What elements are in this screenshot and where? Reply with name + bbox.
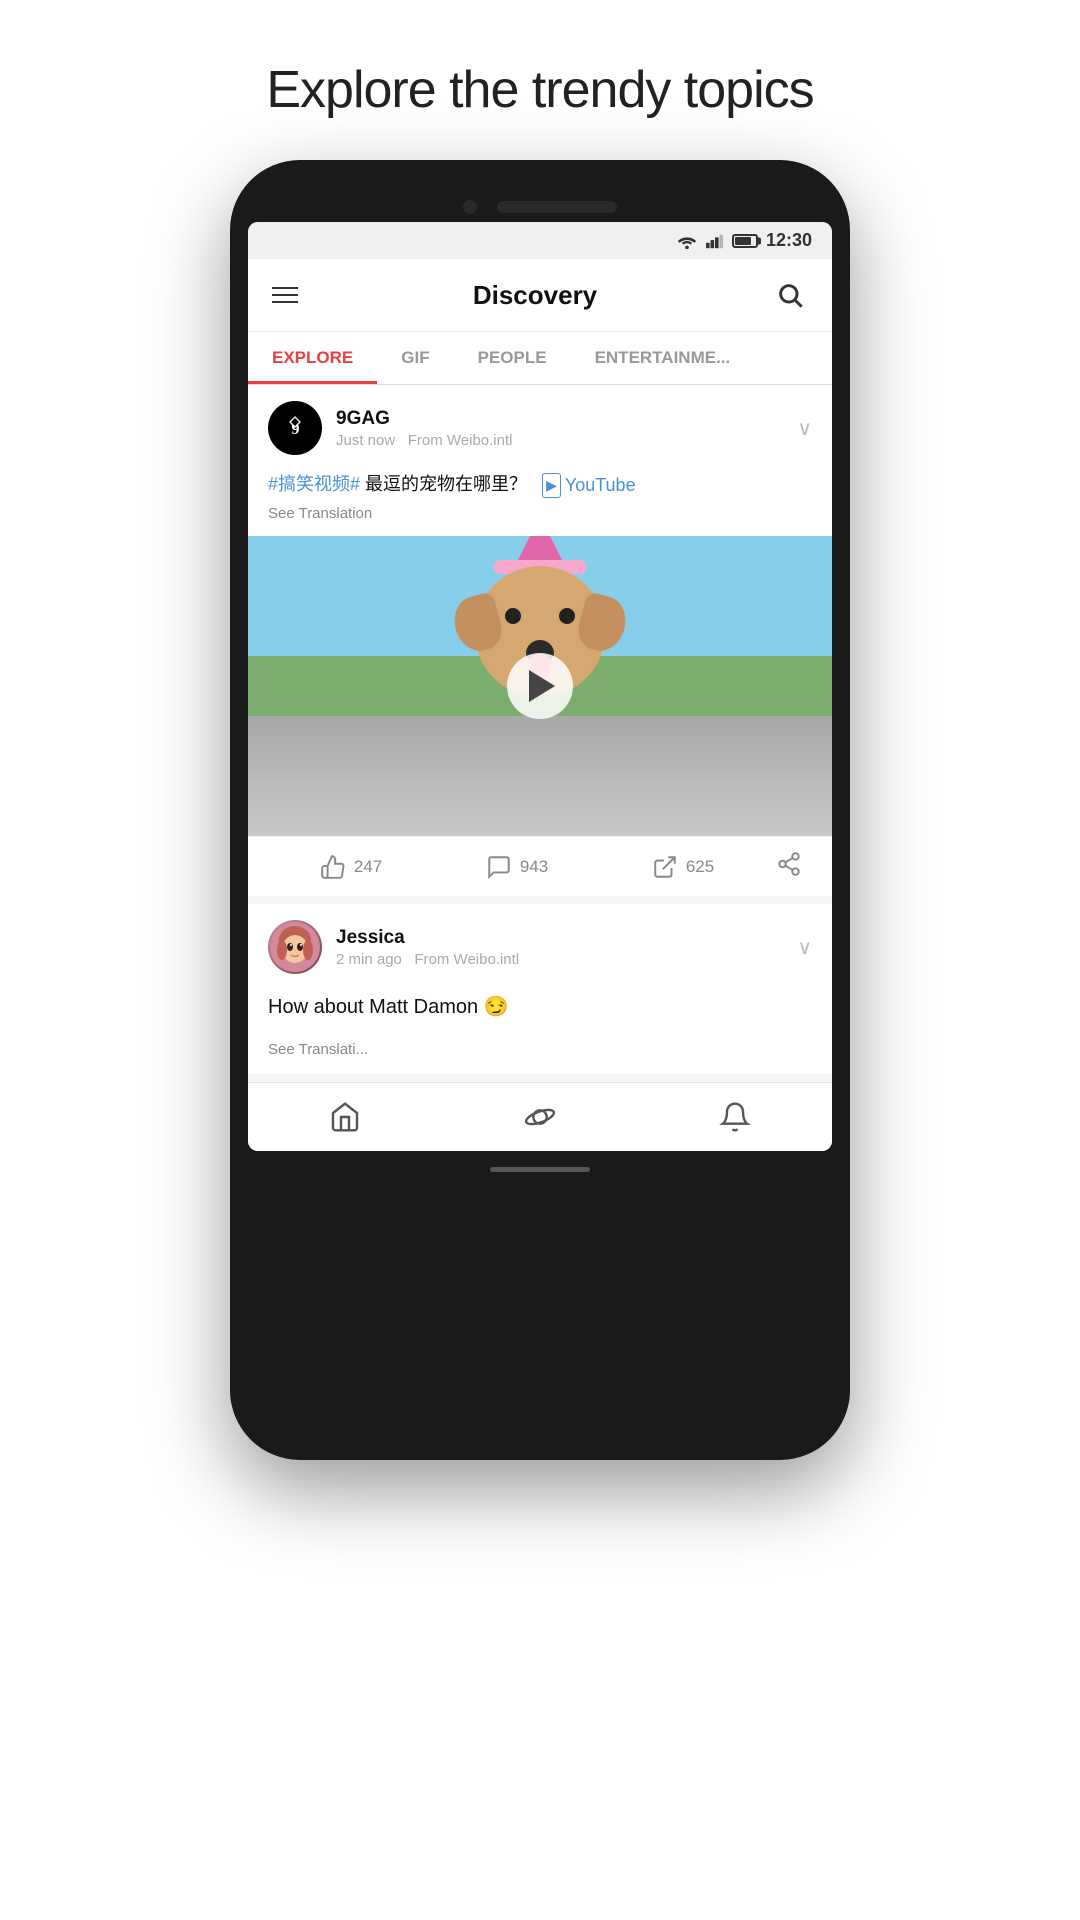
post-2-meta: 2 min ago From Weibo.intl (336, 951, 519, 968)
post-1-source: From Weibo.intl (408, 432, 513, 449)
post-1-username: 9GAG (336, 408, 512, 430)
app-title: Discovery (473, 280, 597, 311)
post-2-see-translation[interactable]: See Translati... (248, 1041, 832, 1074)
post-2-source: From Weibo.intl (414, 951, 519, 968)
post-1-header: 9 9GAG Just now (248, 385, 832, 467)
tab-gif[interactable]: GIF (377, 332, 453, 384)
post-card-jessica: Jessica 2 min ago From Weibo.intl ∨ H (248, 904, 832, 1074)
post-1-time: Just now (336, 432, 395, 449)
post-2-header: Jessica 2 min ago From Weibo.intl ∨ (248, 904, 832, 986)
post-1-hashtag[interactable]: #搞笑视频# (268, 474, 360, 494)
post-2-username: Jessica (336, 927, 519, 949)
phone-screen: 12:30 Discovery (248, 222, 832, 1151)
tabs-bar: EXPLORE GIF PEOPLE ENTERTAINME... (248, 332, 832, 385)
status-bar: 12:30 (248, 222, 832, 259)
avatar-9gag: 9 (268, 401, 322, 455)
home-icon (329, 1101, 361, 1133)
post-card-9gag: 9 9GAG Just now (248, 385, 832, 896)
like-count: 247 (354, 857, 382, 877)
bell-icon (719, 1101, 751, 1133)
tab-explore[interactable]: EXPLORE (248, 332, 377, 384)
play-button[interactable] (507, 653, 573, 719)
post-1-youtube[interactable]: YouTube (542, 472, 636, 499)
dog-ear-right (574, 591, 632, 656)
wifi-icon (676, 233, 698, 249)
9gag-logo: 9 (275, 408, 315, 448)
post-1-user-info: 9GAG Just now From Weibo.intl (336, 408, 512, 449)
page-header: Explore the trendy topics (230, 0, 850, 160)
phone-speaker (497, 201, 617, 213)
post-1-video[interactable] (248, 536, 832, 836)
nav-home[interactable] (248, 1095, 443, 1139)
battery-fill (735, 237, 751, 245)
hamburger-line-1 (272, 287, 298, 289)
nav-discover[interactable] (443, 1095, 638, 1139)
hamburger-line-2 (272, 294, 298, 296)
bottom-nav (248, 1082, 832, 1151)
phone-frame: 12:30 Discovery (230, 160, 850, 1460)
signal-icon (706, 233, 724, 249)
post-1-actions: 247 943 (248, 836, 832, 896)
page-title: Explore the trendy topics (250, 60, 830, 120)
post-1-text: #搞笑视频# 最逗的宠物在哪里？ YouTube (268, 471, 812, 499)
post-2-header-left: Jessica 2 min ago From Weibo.intl (268, 920, 519, 974)
comment-count: 943 (520, 857, 548, 877)
repost-count: 625 (686, 857, 714, 877)
share-button[interactable] (766, 851, 812, 882)
status-icons: 12:30 (676, 230, 812, 251)
status-time: 12:30 (766, 230, 812, 251)
repost-icon (652, 854, 678, 880)
post-1-meta: Just now From Weibo.intl (336, 432, 512, 449)
search-icon (776, 281, 804, 309)
post-1-chevron[interactable]: ∨ (797, 416, 812, 441)
menu-button[interactable] (272, 287, 298, 303)
hamburger-line-3 (272, 301, 298, 303)
repost-button[interactable]: 625 (600, 854, 766, 880)
post-1-text-body: 最逗的宠物在哪里？ (365, 474, 527, 494)
nav-notifications[interactable] (637, 1095, 832, 1139)
jessica-avatar-art (270, 922, 320, 972)
phone-top (248, 200, 832, 214)
phone-bottom (248, 1159, 832, 1179)
share-icon (776, 851, 802, 877)
post-2-user-info: Jessica 2 min ago From Weibo.intl (336, 927, 519, 968)
phone-camera (463, 200, 477, 214)
post-2-chevron[interactable]: ∨ (797, 935, 812, 960)
post-1-header-left: 9 9GAG Just now (268, 401, 512, 455)
comment-button[interactable]: 943 (434, 854, 600, 880)
comment-icon (486, 854, 512, 880)
post-2-time: 2 min ago (336, 951, 402, 968)
avatar-jessica (268, 920, 322, 974)
like-button[interactable]: 247 (268, 854, 434, 880)
tab-people[interactable]: PEOPLE (454, 332, 571, 384)
dog-ear-left (449, 591, 507, 656)
post-1-body: #搞笑视频# 最逗的宠物在哪里？ YouTube See Translation (248, 467, 832, 536)
post-2-text: How about Matt Damon 😏 (248, 986, 832, 1035)
dog-eye-left (505, 608, 521, 624)
home-indicator (490, 1167, 590, 1172)
tab-entertainment[interactable]: ENTERTAINME... (571, 332, 755, 384)
app-header: Discovery (248, 259, 832, 332)
search-button[interactable] (772, 277, 808, 313)
dog-eye-right (559, 608, 575, 624)
post-1-see-translation[interactable]: See Translation (268, 505, 812, 522)
battery-icon (732, 234, 758, 248)
feed: 9 9GAG Just now (248, 385, 832, 1074)
discover-icon (524, 1101, 556, 1133)
thumbs-up-icon (320, 854, 346, 880)
play-triangle (529, 670, 555, 702)
page-wrapper: Explore the trendy topics (230, 0, 850, 1460)
